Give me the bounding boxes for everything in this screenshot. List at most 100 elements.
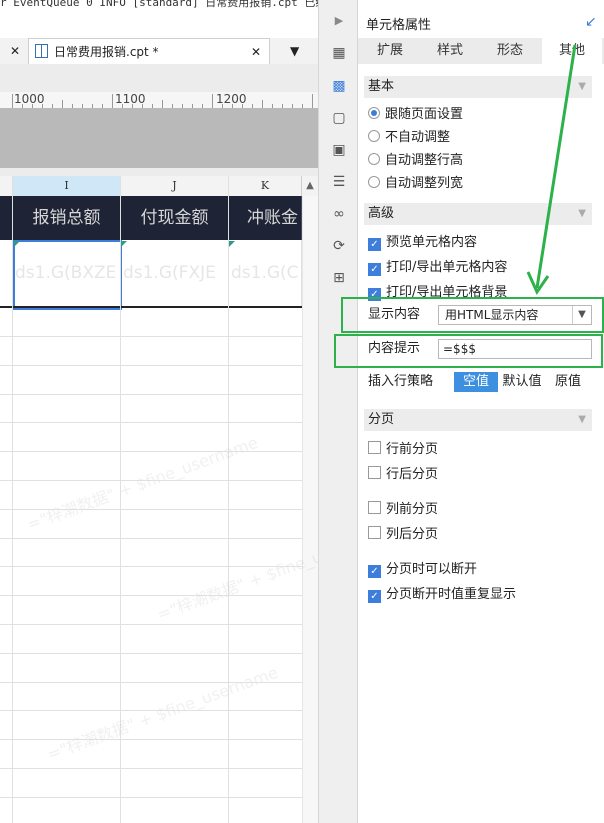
checkbox-label: 列后分页 bbox=[386, 527, 439, 542]
column-header-K[interactable]: K bbox=[229, 176, 302, 196]
grid-hline bbox=[0, 566, 302, 567]
grid-hline bbox=[0, 336, 302, 337]
checkbox-repeat-on-break[interactable]: ✓ 分页断开时值重复显示 bbox=[368, 586, 516, 604]
log-text: r EventQueue 0 INFO [standard] 日常费用报销.cp… bbox=[0, 0, 318, 8]
tab-style[interactable]: 样式 bbox=[420, 38, 480, 64]
checkbox-icon bbox=[368, 466, 381, 479]
annotation-highlight-display bbox=[341, 297, 604, 333]
mobile-icon[interactable]: ⟳ bbox=[330, 237, 348, 255]
float-element-icon[interactable]: ▢ bbox=[330, 109, 348, 127]
radio-no-adjust[interactable]: 不自动调整 bbox=[368, 129, 450, 147]
checkbox-print-content[interactable]: ✓ 打印/导出单元格内容 bbox=[368, 259, 507, 277]
radio-icon bbox=[368, 153, 380, 165]
grid-vline bbox=[12, 176, 13, 823]
grid-hline bbox=[0, 682, 302, 683]
header-cell[interactable]: 付现金额 bbox=[121, 196, 229, 240]
ruler-tick bbox=[312, 94, 313, 108]
checkbox-col-break-before[interactable]: 列前分页 bbox=[368, 501, 438, 519]
data-structure-icon[interactable]: ⊞ bbox=[330, 269, 348, 287]
close-previous-tab-icon[interactable]: ✕ bbox=[10, 38, 20, 64]
tab-expand[interactable]: 扩展 bbox=[360, 38, 420, 64]
column-header-I[interactable]: I bbox=[13, 176, 121, 196]
insert-policy-label: 插入行策略 bbox=[368, 374, 434, 389]
widget-icon[interactable]: ▣ bbox=[330, 141, 348, 159]
checkbox-label: 行前分页 bbox=[386, 442, 439, 457]
grid-hline bbox=[0, 710, 302, 711]
cell-attr-icon[interactable]: ▩ bbox=[330, 77, 348, 95]
checkbox-icon bbox=[368, 526, 381, 539]
cell-marker-icon bbox=[229, 241, 235, 247]
insert-policy-empty[interactable]: 空值 bbox=[454, 372, 498, 392]
radio-label: 自动调整列宽 bbox=[385, 176, 464, 191]
checkbox-label: 列前分页 bbox=[386, 502, 439, 517]
checkbox-icon: ✓ bbox=[368, 238, 381, 251]
header-cell[interactable]: 冲账金 bbox=[229, 196, 302, 240]
header-cell[interactable]: 报销总额 bbox=[13, 196, 121, 240]
checkbox-row-break-before[interactable]: 行前分页 bbox=[368, 441, 438, 459]
grid-hline bbox=[0, 653, 302, 654]
radio-icon bbox=[368, 176, 380, 188]
checkbox-can-break[interactable]: ✓ 分页时可以断开 bbox=[368, 561, 477, 579]
checkbox-icon bbox=[368, 501, 381, 514]
ruler-tick bbox=[62, 100, 63, 108]
grid-hline bbox=[0, 509, 302, 510]
section-advanced-title: 高级 bbox=[368, 206, 395, 221]
checkbox-col-break-after[interactable]: 列后分页 bbox=[368, 526, 438, 544]
tab-document-label: 日常费用报销.cpt * bbox=[54, 45, 159, 59]
ruler-tick bbox=[262, 100, 263, 108]
column-header-J[interactable]: J bbox=[121, 176, 229, 196]
checkbox-preview-content[interactable]: ✓ 预览单元格内容 bbox=[368, 234, 477, 252]
arrow-diag-icon[interactable]: ↙ bbox=[585, 14, 597, 30]
radio-follow-page[interactable]: 跟随页面设置 bbox=[368, 106, 463, 124]
tab-menu-icon[interactable]: ▼ bbox=[290, 38, 299, 64]
checkbox-icon bbox=[368, 441, 381, 454]
chevron-down-icon: ▼ bbox=[578, 414, 586, 425]
checkbox-label: 分页断开时值重复显示 bbox=[386, 587, 517, 602]
ruler: 1000 1100 1200 bbox=[0, 92, 318, 109]
radio-icon bbox=[368, 130, 380, 142]
formula-cell[interactable]: ds1.G(C bbox=[229, 240, 302, 307]
grid-hline bbox=[0, 365, 302, 366]
insert-policy-original[interactable]: 原值 bbox=[546, 372, 590, 392]
ruler-tick bbox=[112, 94, 113, 108]
grid-hline bbox=[0, 394, 302, 395]
ruler-tick bbox=[162, 100, 163, 108]
radio-label: 自动调整行高 bbox=[385, 153, 464, 168]
cell-element-icon[interactable]: ▦ bbox=[330, 44, 348, 62]
checkbox-icon: ✓ bbox=[368, 565, 381, 578]
checkbox-icon: ✓ bbox=[368, 263, 381, 276]
hyperlink-icon[interactable]: ∞ bbox=[330, 205, 348, 223]
radio-auto-row[interactable]: 自动调整行高 bbox=[368, 152, 463, 170]
checkbox-label: 打印/导出单元格内容 bbox=[386, 260, 508, 275]
radio-label: 跟随页面设置 bbox=[385, 107, 464, 122]
radio-auto-col[interactable]: 自动调整列宽 bbox=[368, 175, 463, 193]
annotation-highlight-tip bbox=[334, 334, 603, 368]
checkbox-label: 分页时可以断开 bbox=[386, 562, 478, 577]
expand-arrow-icon[interactable]: ▶ bbox=[330, 14, 348, 32]
grid-hline bbox=[0, 595, 302, 596]
cell-marker-icon bbox=[14, 241, 20, 247]
ruler-tick bbox=[212, 94, 213, 108]
section-paging[interactable]: 分页 ▼ bbox=[364, 409, 592, 431]
condition-icon[interactable]: ☰ bbox=[330, 173, 348, 191]
grid-vline bbox=[228, 176, 229, 823]
grid-hline bbox=[0, 768, 302, 769]
vertical-scrollbar[interactable] bbox=[302, 196, 319, 823]
insert-policy-default[interactable]: 默认值 bbox=[500, 372, 544, 392]
panel-title: 单元格属性 bbox=[366, 18, 432, 33]
tab-document[interactable]: 日常费用报销.cpt * ✕ bbox=[28, 38, 270, 64]
checkbox-label: 预览单元格内容 bbox=[386, 235, 478, 250]
annotation-arrow-icon bbox=[526, 44, 577, 296]
formula-cell[interactable]: ds1.G(FXJE bbox=[121, 240, 229, 307]
selected-cell-outline[interactable] bbox=[13, 240, 122, 310]
grid-hline bbox=[0, 624, 302, 625]
ruler-label: 1100 bbox=[115, 92, 146, 106]
ruler-label: 1000 bbox=[14, 92, 45, 106]
close-tab-icon[interactable]: ✕ bbox=[251, 39, 261, 65]
section-basic-title: 基本 bbox=[368, 79, 395, 94]
title-strip: r EventQueue 0 INFO [standard] 日常费用报销.cp… bbox=[0, 0, 318, 8]
cell-marker-icon bbox=[121, 241, 127, 247]
checkbox-row-break-after[interactable]: 行后分页 bbox=[368, 466, 438, 484]
radio-label: 不自动调整 bbox=[385, 130, 451, 145]
scroll-up-icon[interactable]: ▲ bbox=[302, 176, 318, 196]
